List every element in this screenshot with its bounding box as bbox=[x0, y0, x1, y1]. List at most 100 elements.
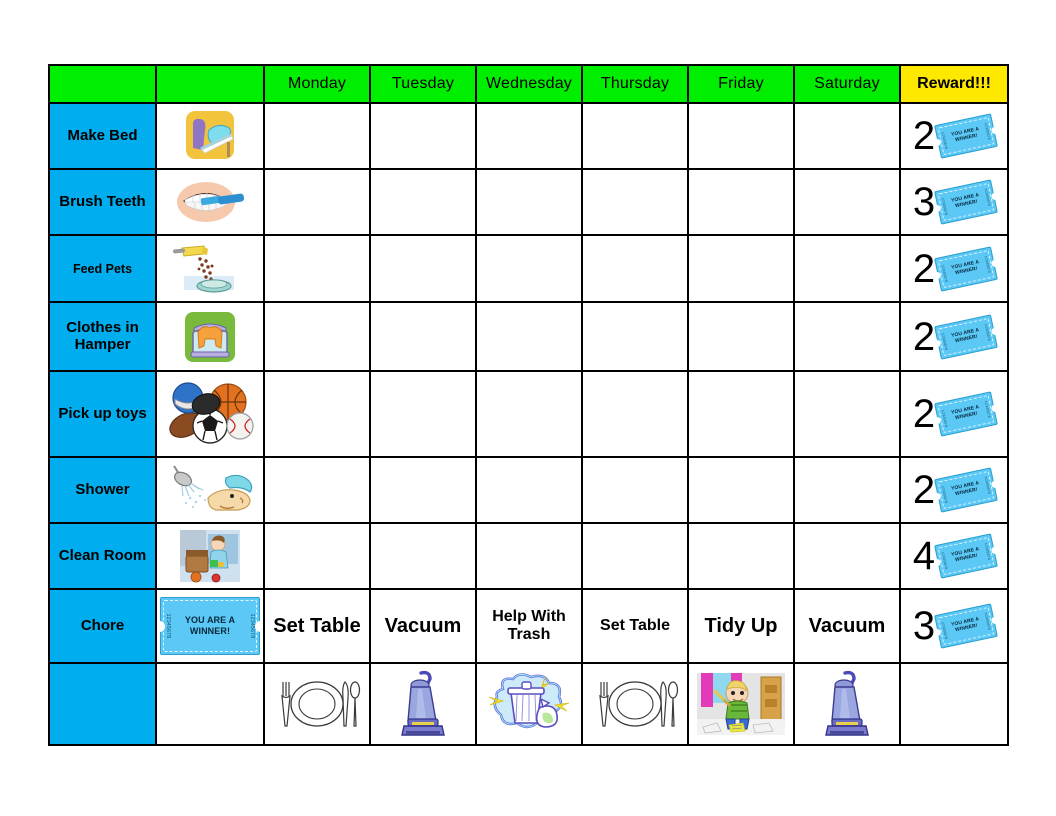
chore-label-feed-pets: Feed Pets bbox=[48, 234, 157, 303]
chore-icon-cell bbox=[155, 102, 265, 170]
chore-assignment-monday[interactable]: Set Table bbox=[263, 588, 371, 664]
chore-chart-table: Monday Tuesday Wednesday Thursday Friday… bbox=[48, 64, 1009, 746]
reward-value: 2 bbox=[912, 468, 936, 512]
tidy-up-icon bbox=[690, 671, 792, 737]
header-blank-label bbox=[48, 64, 157, 104]
day-cell-monday[interactable] bbox=[263, 234, 371, 303]
vacuum-icon bbox=[372, 669, 474, 739]
winner-ticket-icon: 12345678 12345678 YOU ARE A WINNER! bbox=[158, 597, 262, 655]
day-cell-thursday[interactable] bbox=[581, 234, 689, 303]
day-cell-tuesday[interactable] bbox=[369, 234, 477, 303]
day-cell-monday[interactable] bbox=[263, 168, 371, 236]
day-cell-tuesday[interactable] bbox=[369, 522, 477, 590]
day-cell-thursday[interactable] bbox=[581, 102, 689, 170]
chore-icon-cell-blank bbox=[155, 662, 265, 746]
day-cell-wednesday[interactable] bbox=[475, 168, 583, 236]
day-cell-saturday[interactable] bbox=[793, 522, 901, 590]
day-cell-friday[interactable] bbox=[687, 168, 795, 236]
chore-icon-cell bbox=[155, 234, 265, 303]
day-cell-thursday[interactable] bbox=[581, 522, 689, 590]
reward-cell-blank bbox=[899, 662, 1009, 746]
day-cell-wednesday[interactable] bbox=[475, 301, 583, 372]
day-cell-monday[interactable] bbox=[263, 456, 371, 524]
ticket-line-1: YOU ARE A bbox=[184, 615, 236, 626]
day-icon-cell-thursday bbox=[581, 662, 689, 746]
day-cell-wednesday[interactable] bbox=[475, 522, 583, 590]
day-cell-friday[interactable] bbox=[687, 301, 795, 372]
reward-cell: 2 12345678 12345678 YOU ARE A WINNER! bbox=[899, 456, 1009, 524]
day-cell-monday[interactable] bbox=[263, 102, 371, 170]
shower-icon bbox=[158, 462, 262, 518]
day-cell-saturday[interactable] bbox=[793, 102, 901, 170]
pet-food-icon bbox=[158, 240, 262, 298]
day-cell-tuesday[interactable] bbox=[369, 102, 477, 170]
day-cell-wednesday[interactable] bbox=[475, 370, 583, 458]
bed-icon bbox=[158, 108, 262, 164]
chore-icon-cell bbox=[155, 456, 265, 524]
table-row: Feed Pets 2 12345678 12345678 YOU ARE A … bbox=[48, 234, 1009, 303]
day-cell-friday[interactable] bbox=[687, 522, 795, 590]
trash-icon bbox=[478, 671, 580, 737]
day-cell-saturday[interactable] bbox=[793, 168, 901, 236]
winner-ticket-icon: 12345678 12345678 YOU ARE A WINNER! bbox=[933, 245, 1000, 292]
chore-assignment-thursday[interactable]: Set Table bbox=[581, 588, 689, 664]
day-cell-friday[interactable] bbox=[687, 370, 795, 458]
header-day-wednesday: Wednesday bbox=[475, 64, 583, 104]
day-cell-monday[interactable] bbox=[263, 370, 371, 458]
reward-cell: 2 12345678 12345678 YOU ARE A WINNER! bbox=[899, 234, 1009, 303]
chore-assignment-tuesday[interactable]: Vacuum bbox=[369, 588, 477, 664]
chore-assignment-saturday[interactable]: Vacuum bbox=[793, 588, 901, 664]
clean-room-icon bbox=[158, 528, 262, 584]
table-row: Clean Room 4 12345678 12345678 YOU ARE A… bbox=[48, 522, 1009, 590]
table-row: Pick up toys 2 12345678 12345678 YOU ARE… bbox=[48, 370, 1009, 458]
ticket-line-2: WINNER! bbox=[189, 626, 231, 636]
day-cell-thursday[interactable] bbox=[581, 301, 689, 372]
day-cell-saturday[interactable] bbox=[793, 234, 901, 303]
header-blank-icon bbox=[155, 64, 265, 104]
header-day-saturday: Saturday bbox=[793, 64, 901, 104]
reward-cell: 2 12345678 12345678 YOU ARE A WINNER! bbox=[899, 370, 1009, 458]
day-cell-saturday[interactable] bbox=[793, 370, 901, 458]
hamper-icon bbox=[158, 308, 262, 366]
day-cell-wednesday[interactable] bbox=[475, 456, 583, 524]
winner-ticket-icon: 12345678 12345678 YOU ARE A WINNER! bbox=[933, 179, 1000, 225]
reward-value: 3 bbox=[912, 604, 936, 648]
day-cell-saturday[interactable] bbox=[793, 301, 901, 372]
day-cell-monday[interactable] bbox=[263, 301, 371, 372]
place-setting-icon bbox=[584, 672, 686, 736]
day-cell-friday[interactable] bbox=[687, 456, 795, 524]
chore-assignment-friday[interactable]: Tidy Up bbox=[687, 588, 795, 664]
chore-assignment-wednesday[interactable]: Help With Trash bbox=[475, 588, 583, 664]
day-icon-cell-saturday bbox=[793, 662, 901, 746]
day-icon-cell-friday bbox=[687, 662, 795, 746]
chore-icon-cell bbox=[155, 301, 265, 372]
day-cell-saturday[interactable] bbox=[793, 456, 901, 524]
day-icon-cell-tuesday bbox=[369, 662, 477, 746]
toothbrush-icon bbox=[158, 175, 262, 229]
day-cell-tuesday[interactable] bbox=[369, 168, 477, 236]
chore-label-brush-teeth: Brush Teeth bbox=[48, 168, 157, 236]
winner-ticket-icon: 12345678 12345678 YOU ARE A WINNER! bbox=[933, 313, 1000, 360]
chore-label-pick-up-toys: Pick up toys bbox=[48, 370, 157, 458]
day-cell-thursday[interactable] bbox=[581, 370, 689, 458]
day-cell-wednesday[interactable] bbox=[475, 102, 583, 170]
day-cell-tuesday[interactable] bbox=[369, 301, 477, 372]
day-cell-friday[interactable] bbox=[687, 102, 795, 170]
chore-label-chore: Chore bbox=[48, 588, 157, 664]
vacuum-icon bbox=[796, 669, 898, 739]
day-cell-thursday[interactable] bbox=[581, 456, 689, 524]
place-setting-icon bbox=[266, 672, 368, 736]
winner-ticket-icon: 12345678 12345678 YOU ARE A WINNER! bbox=[933, 113, 1000, 159]
table-row: Chore 12345678 12345678 YOU ARE A WINNER… bbox=[48, 588, 1009, 664]
header-day-thursday: Thursday bbox=[581, 64, 689, 104]
reward-cell: 3 12345678 12345678 YOU ARE A WINNER! bbox=[899, 588, 1009, 664]
day-cell-thursday[interactable] bbox=[581, 168, 689, 236]
day-cell-monday[interactable] bbox=[263, 522, 371, 590]
day-cell-wednesday[interactable] bbox=[475, 234, 583, 303]
day-cell-friday[interactable] bbox=[687, 234, 795, 303]
day-cell-tuesday[interactable] bbox=[369, 456, 477, 524]
reward-value: 2 bbox=[912, 392, 936, 436]
day-cell-tuesday[interactable] bbox=[369, 370, 477, 458]
chore-label-blank bbox=[48, 662, 157, 746]
header-reward: Reward!!! bbox=[899, 64, 1009, 104]
